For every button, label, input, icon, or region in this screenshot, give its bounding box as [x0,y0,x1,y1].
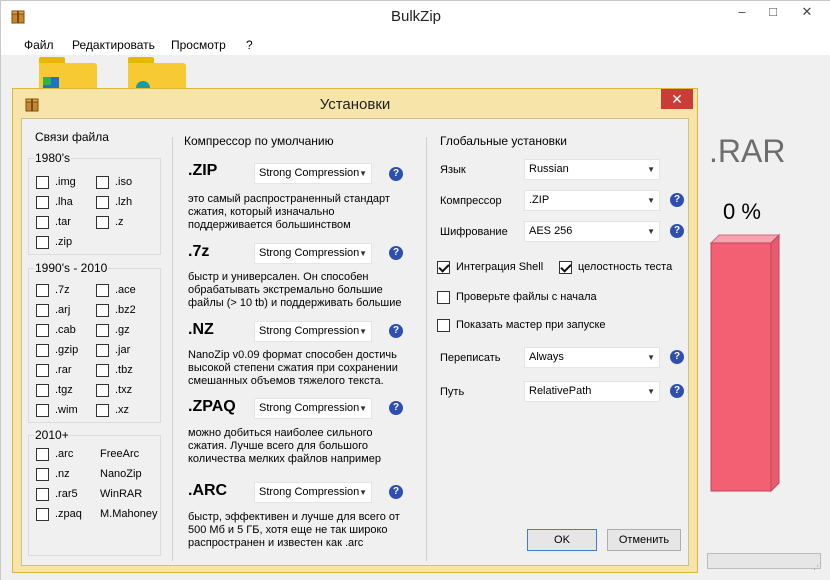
menu-edit[interactable]: Редактировать [72,38,155,52]
main-titlebar: BulkZip – □ ✕ [1,1,830,33]
checkbox-arc[interactable]: .arc [36,448,73,461]
format-arc-label: .ARC [188,482,228,499]
encryption-select[interactable]: AES 256 ▼ [524,221,660,242]
7z-compression-select[interactable]: Strong Compression ▼ [254,243,372,264]
overwrite-select[interactable]: Always ▼ [524,347,660,368]
ok-button[interactable]: OK [527,529,597,551]
zpaq-compression-select[interactable]: Strong Compression ▼ [254,398,372,419]
app-name-mmahoney: M.Mahoney [100,508,158,520]
maximize-button[interactable]: □ [758,1,788,25]
checkbox-txz[interactable]: .txz [96,384,132,397]
7z-description: быстр и универсален. Он способен обрабаты… [188,271,402,309]
checkbox-ace[interactable]: .ace [96,284,136,297]
checkbox-tgz[interactable]: .tgz [36,384,73,397]
compressor-title: Компрессор по умолчанию [184,134,334,148]
checkbox-lzh[interactable]: .lzh [96,196,132,209]
nz-compression-select[interactable]: Strong Compression ▼ [254,321,372,342]
help-icon[interactable]: ? [389,324,403,338]
compressor-label: Компрессор [440,195,502,207]
menu-bar: Файл Редактировать Просмотр ? [1,33,830,55]
file-assoc-title: Связи файла [35,130,109,144]
checkbox-rar[interactable]: .rar [36,364,72,377]
global-settings-title: Глобальные установки [440,134,567,148]
language-select[interactable]: Russian ▼ [524,159,660,180]
format-label: .RAR [709,133,786,169]
separator [426,137,427,561]
shell-integration-checkbox[interactable]: Интеграция Shell [437,261,543,274]
help-icon[interactable]: ? [389,401,403,415]
app-name-winrar: WinRAR [100,488,143,500]
zip-description: это самый распространенный стандарт сжати… [188,193,390,231]
group-1980s-label: 1980's [34,151,71,165]
help-icon[interactable]: ? [670,224,684,238]
checkbox-tar[interactable]: .tar [36,216,71,229]
arc-compression-select[interactable]: Strong Compression ▼ [254,482,372,503]
checkbox-bz2[interactable]: .bz2 [96,304,136,317]
menu-help[interactable]: ? [246,38,253,52]
nz-description: NanoZip v0.09 формат способен достичь выс… [188,349,398,387]
minimize-button[interactable]: – [727,1,757,25]
checkbox-gzip[interactable]: .gzip [36,344,78,357]
integrity-test-checkbox[interactable]: целостность теста [559,261,672,274]
overwrite-label: Переписать [440,352,501,364]
help-icon[interactable]: ? [389,167,403,181]
checkbox-zip[interactable]: .zip [36,236,72,249]
separator [172,137,173,561]
dialog-body: Связи файла 1980's .img .iso .lha .lzh .… [21,118,689,566]
help-icon[interactable]: ? [670,350,684,364]
resize-grip-icon[interactable]: ⋰ [813,561,822,572]
checkbox-7z[interactable]: .7z [36,284,70,297]
checkbox-gz[interactable]: .gz [96,324,130,337]
encryption-label: Шифрование [440,226,508,238]
checkbox-nz[interactable]: .nz [36,468,70,481]
app-name-nanozip: NanoZip [100,468,142,480]
checkbox-zpaq[interactable]: .zpaq [36,508,82,521]
help-icon[interactable]: ? [389,246,403,260]
check-files-checkbox[interactable]: Проверьте файлы с начала [437,291,597,304]
progress-percent: 0 % [723,199,761,224]
checkbox-rar5[interactable]: .rar5 [36,488,78,501]
dialog-titlebar: Установки ✕ [13,89,697,119]
zpaq-description: можно добиться наиболее сильного сжатия. … [188,427,381,465]
format-zip-label: .ZIP [188,162,218,179]
dialog-close-button[interactable]: ✕ [661,89,693,109]
checkbox-arj[interactable]: .arj [36,304,70,317]
checkbox-lha[interactable]: .lha [36,196,73,209]
progress-bar [707,553,821,569]
language-label: Язык [440,164,466,176]
format-nz-label: .NZ [188,321,214,338]
menu-file[interactable]: Файл [24,38,54,52]
window-title: BulkZip [390,8,442,25]
checkbox-jar[interactable]: .jar [96,344,130,357]
format-zpaq-label: .ZPAQ [188,398,236,415]
checkbox-z[interactable]: .z [96,216,124,229]
group-2010plus-label: 2010+ [34,428,70,442]
help-icon[interactable]: ? [389,485,403,499]
cancel-button[interactable]: Отменить [607,529,681,551]
path-select[interactable]: RelativePath ▼ [524,381,660,402]
checkbox-img[interactable]: .img [36,176,76,189]
help-icon[interactable]: ? [670,384,684,398]
compressor-select[interactable]: .ZIP ▼ [524,190,660,211]
path-label: Путь [440,386,465,398]
format-7z-label: .7z [188,243,210,260]
checkbox-cab[interactable]: .cab [36,324,76,337]
checkbox-tbz[interactable]: .tbz [96,364,133,377]
checkbox-wim[interactable]: .wim [36,404,78,417]
dialog-title: Установки [319,96,391,113]
menu-view[interactable]: Просмотр [171,38,226,52]
show-wizard-checkbox[interactable]: Показать мастер при запуске [437,319,606,332]
close-button[interactable]: ✕ [789,1,825,25]
settings-dialog: Установки ✕ Связи файла 1980's .img .iso… [12,88,698,573]
checkbox-xz[interactable]: .xz [96,404,129,417]
group-1990s-label: 1990's - 2010 [34,261,109,275]
app-name-freearc: FreeArc [100,448,140,460]
progress-column [709,233,781,493]
arc-description: быстр, эффективен и лучше для всего от 50… [188,511,400,549]
checkbox-iso[interactable]: .iso [96,176,132,189]
zip-compression-select[interactable]: Strong Compression ▼ [254,163,372,184]
help-icon[interactable]: ? [670,193,684,207]
